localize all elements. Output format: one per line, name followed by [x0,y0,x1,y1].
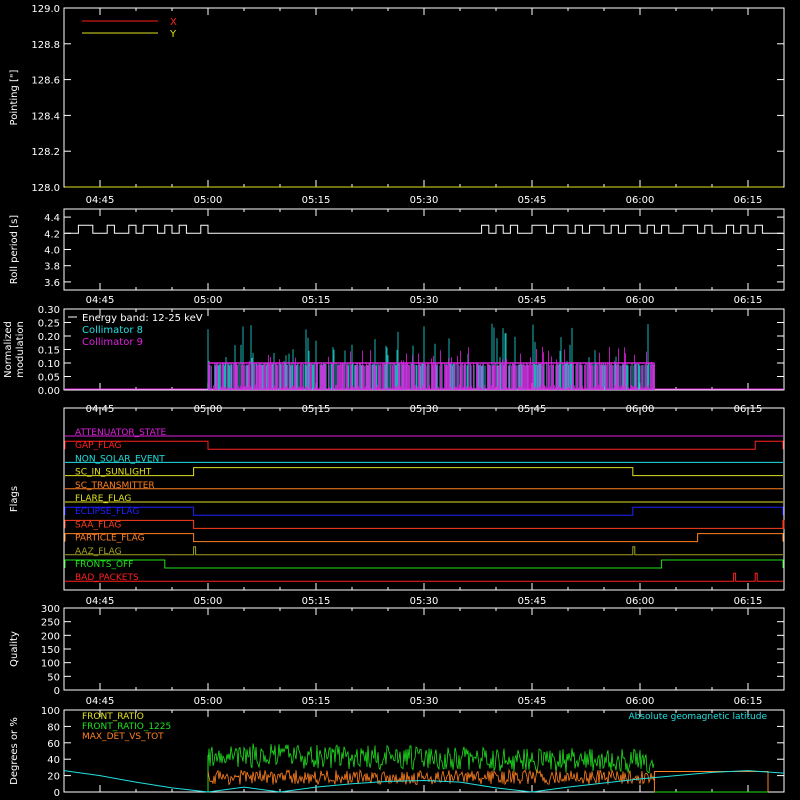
y-tick-label: 128.4 [31,111,60,122]
x-tick-label: 06:00 [626,195,655,206]
x-tick-label: 06:00 [626,596,655,607]
flag-label: SAA_FLAG [75,520,121,530]
y-tick-label: 4.2 [44,229,60,240]
x-tick-label: 06:00 [626,295,655,306]
y-tick-label: 20 [47,772,60,783]
y-tick-label: 129.0 [31,4,60,15]
y-tick-label: 0.00 [38,386,60,397]
y-tick-label: 3.8 [44,262,60,273]
y-tick-label: 128.0 [31,183,60,194]
legend-label: Collimator 8 [82,325,143,336]
y-tick-label: 100 [41,706,60,717]
y-tick-label: 200 [41,631,60,642]
quicklook-figure: 04:45 05:00 05:15 05:30 05:45 06:00 06:15 128.0… [0,0,800,800]
x-tick-label: 05:00 [194,596,223,607]
x-tick-label: 05:00 [194,295,223,306]
x-tick-label: 05:15 [302,696,331,707]
legend-label: Y [169,29,177,40]
x-tick-label: 05:45 [518,696,547,707]
y-tick-label: 128.2 [31,147,60,158]
x-tick-label: 05:15 [302,195,331,206]
x-tick-label: 04:45 [86,596,115,607]
x-tick-label: 04:45 [86,195,115,206]
x-tick-label: 05:30 [410,295,439,306]
y-tick-label: 0.15 [38,346,60,357]
x-tick-label: 05:00 [194,696,223,707]
flag-label: FRONTS_OFF [75,560,133,570]
y-tick-label: 0.25 [38,319,60,330]
flag-label: ECLIPSE_FLAG [75,507,139,517]
y-tick-label: 40 [47,755,60,766]
y-tick-label: 0.30 [38,305,60,316]
y-tick-label: 150 [41,645,60,656]
legend-label: FRONT_RATIO_1225 [82,722,171,732]
y-tick-label: 128.8 [31,40,60,51]
flag-label: PARTICLE_FLAG [75,534,145,544]
legend-label: Energy band: 12-25 keV [82,313,203,324]
x-tick-label: 05:30 [410,696,439,707]
y-tick-label: 4.0 [44,246,60,257]
legend-label: MAX_DET_VS_TOT [82,732,164,742]
y-axis-label: Normalized [3,321,14,378]
y-tick-label: 4.4 [44,213,60,224]
y-tick-label: 0 [54,686,60,697]
legend-label: X [170,17,177,28]
flag-label: GAP_FLAG [75,441,121,451]
x-tick-label: 04:45 [86,696,115,707]
x-tick-label: 06:15 [734,195,763,206]
y-tick-label: 128.6 [31,76,60,87]
latitude-annotation: Absolute geomagnetic latitude [628,712,767,722]
x-tick-label: 06:15 [734,696,763,707]
y-tick-label: 0.05 [38,373,60,384]
x-tick-label: 06:00 [626,696,655,707]
y-tick-label: 80 [47,722,60,733]
y-axis-label: Roll period [s] [9,215,20,284]
x-tick-label: 05:30 [410,195,439,206]
x-tick-label: 05:30 [410,596,439,607]
legend-label: Collimator 9 [82,337,143,348]
y-tick-label: 250 [41,618,60,629]
x-tick-label: 06:15 [734,295,763,306]
y-tick-label: 3.6 [44,278,60,289]
y-tick-label: 0.20 [38,332,60,343]
legend-label: FRONT_RATIO [82,712,144,722]
y-axis-label: Degrees or % [9,717,20,785]
x-tick-label: 05:45 [518,596,547,607]
x-tick-label: 04:45 [86,295,115,306]
x-tick-label: 05:00 [194,195,223,206]
y-tick-label: 0 [54,788,60,799]
y-tick-label: 0.10 [38,359,60,370]
x-tick-label: 05:45 [518,295,547,306]
y-axis-label: Quality [9,631,20,667]
y-tick-label: 50 [47,672,60,683]
y-axis-label: Flags [9,486,20,512]
x-tick-label: 05:15 [302,596,331,607]
y-tick-label: 300 [41,604,60,615]
x-tick-label: 05:45 [518,195,547,206]
y-axis-label: Pointing ["] [9,69,20,125]
y-tick-label: 60 [47,739,60,750]
y-axis-label: modulation [15,321,26,378]
x-tick-label: 06:15 [734,596,763,607]
y-tick-label: 100 [41,659,60,670]
x-tick-label: 05:15 [302,295,331,306]
